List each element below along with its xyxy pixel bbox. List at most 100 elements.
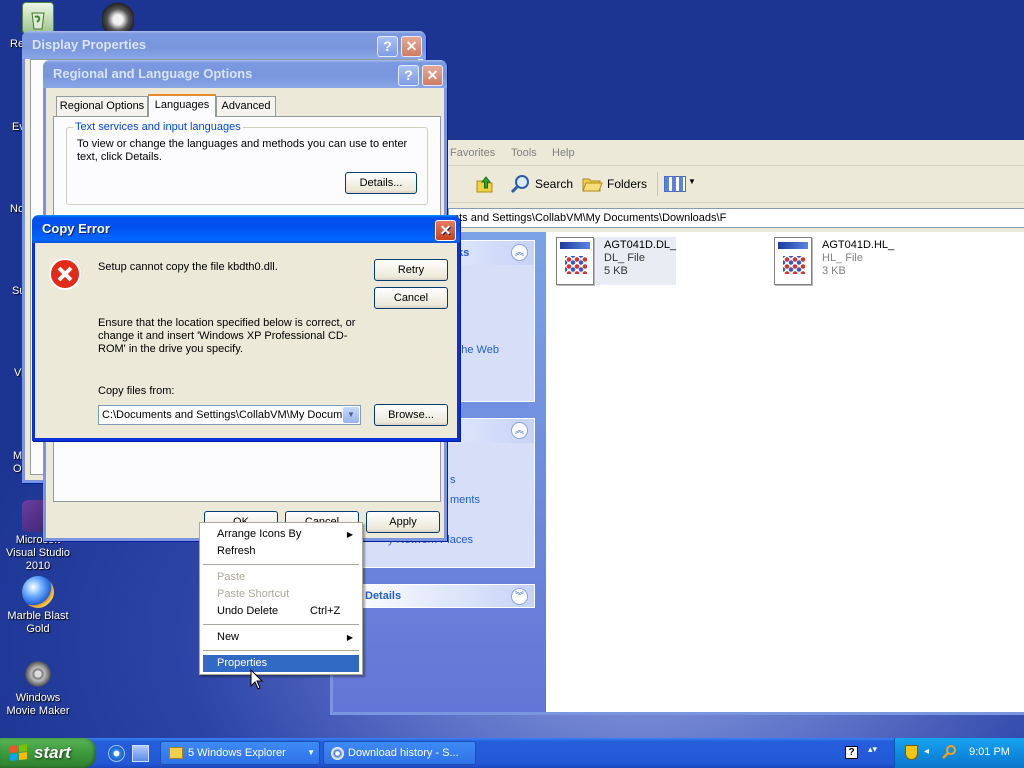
menu-item-label: New	[217, 631, 240, 643]
apply-button[interactable]: Apply	[366, 511, 440, 533]
group-text: To view or change the languages and meth…	[77, 138, 408, 163]
expand-chevron-icon[interactable]: ︾	[511, 588, 528, 605]
chevron-down-icon[interactable]: ▼	[343, 407, 359, 423]
copy-from-value: C:\Documents and Settings\CollabVM\My Do…	[102, 409, 342, 421]
collapse-chevron-icon[interactable]: ︽	[511, 422, 528, 439]
tab-label: Advanced	[221, 100, 271, 112]
help-button[interactable]: ?	[377, 36, 398, 57]
file-list: AGT041D.DL_ DL_ File 5 KB AGT041D.HL_ HL…	[546, 232, 1024, 712]
display-properties-titlebar[interactable]: Display Properties ? ✕	[22, 31, 426, 59]
menu-help[interactable]: Help	[552, 147, 575, 159]
text-services-group: Text services and input languages To vie…	[66, 121, 428, 205]
close-button[interactable]: ✕	[401, 36, 422, 57]
menu-item-label: Arrange Icons By	[217, 528, 302, 540]
submenu-arrow-icon: ▶	[346, 530, 353, 539]
tab-label: Languages	[154, 99, 210, 111]
menu-item-refresh[interactable]: Refresh	[203, 543, 359, 560]
tab-advanced[interactable]: Advanced	[216, 96, 276, 116]
address-bar[interactable]: nts and Settings\CollabVM\My Documents\D…	[448, 208, 1024, 228]
menu-item-label: Refresh	[217, 545, 256, 557]
file-type: DL_ File	[604, 252, 645, 264]
tab-languages[interactable]: Languages	[148, 94, 216, 117]
taskbar: start 5 Windows Explorer ▼ Download hist…	[0, 738, 1024, 768]
search-icon	[510, 175, 529, 194]
other-place-link[interactable]: s	[450, 474, 456, 486]
desktop-icon-label: Marble Blast Gold	[7, 610, 69, 635]
taskbar-item-label: Download history - S...	[348, 747, 459, 759]
help-tray-icon[interactable]: ?	[845, 746, 858, 759]
regional-titlebar[interactable]: Regional and Language Options ? ✕	[43, 60, 447, 88]
tab-regional-options[interactable]: Regional Options	[56, 96, 148, 116]
system-tray: ◂ 9:01 PM	[894, 738, 1024, 768]
raccoon-icon	[102, 2, 134, 34]
context-menu: Arrange Icons By ▶ Refresh Paste Paste S…	[199, 522, 363, 675]
collapse-chevron-icon[interactable]: ︽	[511, 244, 528, 261]
search-tray-icon[interactable]	[941, 744, 957, 760]
taskbar-item-download-history[interactable]: Download history - S...	[323, 741, 476, 765]
menu-item-paste-shortcut: Paste Shortcut	[203, 586, 359, 603]
menu-item-label: Paste	[217, 571, 246, 583]
menu-item-label: Paste Shortcut	[217, 588, 290, 600]
other-place-link[interactable]: ments	[450, 494, 480, 506]
menu-item-new[interactable]: New ▶	[203, 629, 359, 646]
taskbar-item-windows-explorer[interactable]: 5 Windows Explorer ▼	[160, 741, 320, 765]
up-folder-icon[interactable]	[473, 173, 495, 195]
recycle-bin-icon	[22, 2, 54, 34]
menu-separator	[203, 624, 359, 625]
copy-from-combobox[interactable]: C:\Documents and Settings\CollabVM\My Do…	[98, 405, 361, 425]
retry-button[interactable]: Retry	[374, 259, 448, 281]
submenu-arrow-icon: ▶	[346, 633, 353, 642]
film-reel-icon	[22, 658, 54, 690]
start-label: start	[34, 743, 71, 762]
copy-error-titlebar[interactable]: Copy Error ✕	[32, 215, 460, 243]
show-desktop-icon[interactable]	[132, 745, 149, 762]
file-name: AGT041D.HL_	[822, 239, 895, 251]
help-button[interactable]: ?	[398, 65, 419, 86]
folders-label: Folders	[607, 177, 648, 191]
file-item[interactable]: AGT041D.HL_ HL_ File 3 KB	[774, 237, 904, 285]
cancel-button[interactable]: Cancel	[374, 287, 448, 309]
menu-separator	[203, 564, 359, 565]
details-button[interactable]: Details...	[345, 172, 417, 194]
start-button[interactable]: start	[0, 738, 96, 768]
desktop-icon-label: Windows Movie Maker	[6, 692, 70, 717]
file-name: AGT041D.DL_	[604, 239, 677, 251]
search-label: Search	[535, 177, 574, 191]
security-shield-icon[interactable]	[905, 745, 918, 760]
browser-icon	[331, 747, 344, 760]
folder-icon	[169, 747, 183, 759]
folders-icon	[582, 178, 603, 192]
copy-from-label: Copy files from:	[98, 385, 175, 397]
menu-tools[interactable]: Tools	[511, 147, 537, 159]
views-button[interactable]: ▼	[657, 172, 696, 196]
browse-button[interactable]: Browse...	[374, 404, 448, 426]
folders-button[interactable]: Folders	[579, 172, 651, 196]
close-button[interactable]: ✕	[422, 65, 443, 86]
window-title: Display Properties	[32, 37, 147, 52]
desktop-icon-movie-maker[interactable]: Windows Movie Maker	[0, 658, 76, 718]
menu-item-arrange-icons[interactable]: Arrange Icons By ▶	[203, 526, 359, 543]
ie-quicklaunch-icon[interactable]	[108, 745, 125, 762]
group-label: Text services and input languages	[73, 121, 243, 133]
address-value: nts and Settings\CollabVM\My Documents\D…	[453, 212, 727, 224]
close-button[interactable]: ✕	[435, 220, 456, 241]
tab-label: Regional Options	[59, 100, 145, 112]
error-instructions: Ensure that the location specified below…	[98, 317, 356, 355]
details-header-label: Details	[365, 590, 402, 602]
menu-item-properties[interactable]: Properties	[203, 655, 359, 672]
file-item[interactable]: AGT041D.DL_ DL_ File 5 KB	[556, 237, 676, 285]
volume-icon[interactable]: ◂	[924, 746, 936, 758]
copy-error-dialog: Copy Error ✕ Setup cannot copy the file …	[32, 215, 460, 441]
menu-favorites[interactable]: Favorites	[450, 147, 495, 159]
network-tray-icon[interactable]: ▴▾	[868, 744, 880, 760]
clock: 9:01 PM	[969, 746, 1010, 758]
views-icon	[664, 176, 686, 192]
search-button[interactable]: Search	[507, 172, 573, 196]
file-size: 3 KB	[822, 265, 846, 277]
menu-separator	[203, 650, 359, 651]
desktop-icon-marble-blast[interactable]: Marble Blast Gold	[0, 576, 76, 636]
menu-item-label: Undo Delete	[217, 605, 279, 617]
file-icon	[556, 237, 594, 285]
file-type: HL_ File	[822, 252, 863, 264]
menu-item-undo-delete[interactable]: Undo Delete Ctrl+Z	[203, 603, 359, 620]
